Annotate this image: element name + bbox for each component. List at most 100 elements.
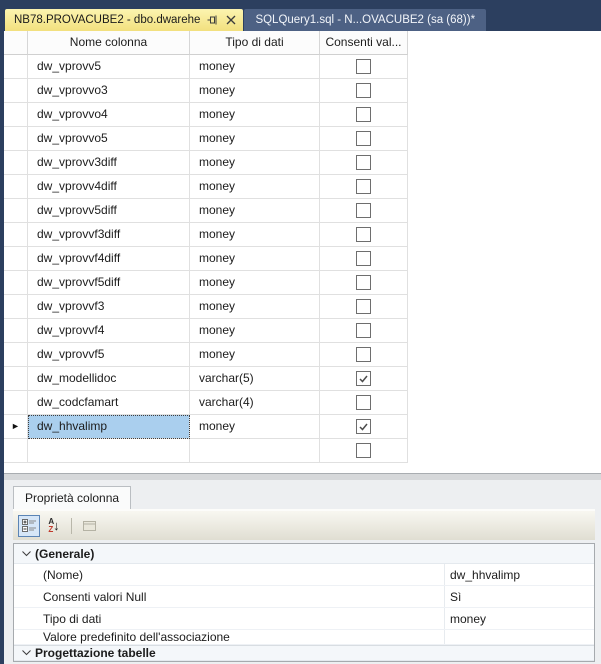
data-type-cell[interactable]: money bbox=[190, 295, 320, 319]
sort-alphabetical-icon[interactable]: A Z ↓ bbox=[43, 515, 65, 537]
data-type-cell[interactable]: money bbox=[190, 247, 320, 271]
property-name: (Nome) bbox=[43, 567, 84, 582]
column-name-cell[interactable]: dw_vprovvf4diff bbox=[28, 247, 190, 271]
row-selector[interactable] bbox=[4, 391, 28, 415]
column-name-cell[interactable]: dw_vprovvf5 bbox=[28, 343, 190, 367]
data-type-cell[interactable]: money bbox=[190, 55, 320, 79]
data-type-cell[interactable]: money bbox=[190, 79, 320, 103]
data-type-cell[interactable]: varchar(5) bbox=[190, 367, 320, 391]
column-header-name[interactable]: Nome colonna bbox=[28, 31, 190, 55]
checkbox-checked-icon[interactable] bbox=[356, 419, 371, 434]
data-type-cell[interactable]: money bbox=[190, 127, 320, 151]
checkbox-unchecked-icon[interactable] bbox=[356, 227, 371, 242]
row-selector[interactable] bbox=[4, 247, 28, 271]
row-selector[interactable] bbox=[4, 367, 28, 391]
row-selector[interactable] bbox=[4, 79, 28, 103]
column-name-cell[interactable]: dw_vprovvf5diff bbox=[28, 271, 190, 295]
row-selector[interactable] bbox=[4, 127, 28, 151]
data-type-cell[interactable]: money bbox=[190, 223, 320, 247]
checkbox-unchecked-icon[interactable] bbox=[356, 251, 371, 266]
close-icon[interactable] bbox=[226, 15, 236, 25]
horizontal-splitter[interactable] bbox=[4, 473, 601, 480]
checkbox-unchecked-icon[interactable] bbox=[356, 155, 371, 170]
checkbox-unchecked-icon[interactable] bbox=[356, 179, 371, 194]
row-selector[interactable]: ► bbox=[4, 415, 28, 439]
checkbox-unchecked-icon[interactable] bbox=[356, 203, 371, 218]
data-type-cell[interactable]: money bbox=[190, 271, 320, 295]
chevron-down-icon[interactable] bbox=[14, 650, 35, 656]
table-row: dw_vprovvf4diff money bbox=[4, 247, 601, 271]
column-name-cell[interactable]: dw_codcfamart bbox=[28, 391, 190, 415]
tab-column-properties[interactable]: Proprietà colonna bbox=[13, 486, 132, 509]
column-header-type[interactable]: Tipo di dati bbox=[190, 31, 320, 55]
checkbox-unchecked-icon[interactable] bbox=[356, 83, 371, 98]
data-type-cell[interactable]: money bbox=[190, 415, 320, 439]
column-name-cell[interactable]: dw_vprovvo3 bbox=[28, 79, 190, 103]
property-value[interactable]: money bbox=[444, 608, 594, 629]
property-value[interactable] bbox=[444, 630, 594, 644]
property-value[interactable]: Sì bbox=[444, 586, 594, 607]
data-type-cell[interactable]: money bbox=[190, 319, 320, 343]
column-name-cell[interactable]: dw_vprovvf3diff bbox=[28, 223, 190, 247]
data-type-cell[interactable]: varchar(4) bbox=[190, 391, 320, 415]
nullable-cell bbox=[320, 271, 408, 295]
row-selector[interactable] bbox=[4, 199, 28, 223]
tab-sql-query-label: SQLQuery1.sql - N...OVACUBE2 (sa (68))* bbox=[255, 14, 476, 26]
checkbox-unchecked-icon[interactable] bbox=[356, 347, 371, 362]
column-name-cell[interactable]: dw_vprovvf4 bbox=[28, 319, 190, 343]
row-selector[interactable] bbox=[4, 151, 28, 175]
table-row: dw_codcfamart varchar(4) bbox=[4, 391, 601, 415]
column-name-cell[interactable] bbox=[28, 439, 190, 463]
column-name-cell[interactable]: dw_vprovvf3 bbox=[28, 295, 190, 319]
checkbox-unchecked-icon[interactable] bbox=[356, 299, 371, 314]
pin-icon[interactable] bbox=[207, 14, 219, 26]
data-type-cell[interactable]: money bbox=[190, 175, 320, 199]
data-type-cell[interactable] bbox=[190, 439, 320, 463]
nullable-cell bbox=[320, 55, 408, 79]
row-selector[interactable] bbox=[4, 439, 28, 463]
checkbox-unchecked-icon[interactable] bbox=[356, 131, 371, 146]
property-name: Consenti valori Null bbox=[43, 589, 147, 604]
categorized-icon[interactable] bbox=[18, 514, 40, 537]
data-type-cell[interactable]: money bbox=[190, 343, 320, 367]
row-selector[interactable] bbox=[4, 55, 28, 79]
property-name: Tipo di dati bbox=[43, 611, 102, 626]
checkbox-checked-icon[interactable] bbox=[356, 371, 371, 386]
checkbox-unchecked-icon[interactable] bbox=[356, 323, 371, 338]
table-row: dw_vprovvo3 money bbox=[4, 79, 601, 103]
column-name-cell[interactable]: dw_hhvalimp bbox=[28, 415, 190, 439]
row-selector[interactable] bbox=[4, 271, 28, 295]
column-name-cell[interactable]: dw_vprovv3diff bbox=[28, 151, 190, 175]
column-name-cell[interactable]: dw_vprovv5diff bbox=[28, 199, 190, 223]
checkbox-unchecked-icon[interactable] bbox=[356, 395, 371, 410]
column-name-cell[interactable]: dw_vprovvo4 bbox=[28, 103, 190, 127]
property-value[interactable]: dw_hhvalimp bbox=[444, 564, 594, 585]
data-type-cell[interactable]: money bbox=[190, 199, 320, 223]
tab-table-designer[interactable]: NB78.PROVACUBE2 - dbo.dwarehe bbox=[5, 9, 244, 31]
chevron-down-icon[interactable] bbox=[14, 550, 35, 557]
data-type-cell[interactable]: money bbox=[190, 151, 320, 175]
checkbox-unchecked-icon[interactable] bbox=[356, 107, 371, 122]
property-category[interactable]: Progettazione tabelle bbox=[14, 645, 594, 661]
property-category[interactable]: (Generale) bbox=[14, 544, 594, 564]
data-type-cell[interactable]: money bbox=[190, 103, 320, 127]
checkbox-unchecked-icon[interactable] bbox=[356, 275, 371, 290]
table-row: dw_vprovvf4 money bbox=[4, 319, 601, 343]
column-name-cell[interactable]: dw_vprovv5 bbox=[28, 55, 190, 79]
row-selector[interactable] bbox=[4, 175, 28, 199]
column-name-cell[interactable]: dw_vprovv4diff bbox=[28, 175, 190, 199]
property-row: (Nome) dw_hhvalimp bbox=[14, 564, 594, 586]
column-name-cell[interactable]: dw_vprovvo5 bbox=[28, 127, 190, 151]
checkbox-unchecked-icon[interactable] bbox=[356, 59, 371, 74]
column-header-nullable[interactable]: Consenti val... bbox=[320, 31, 408, 55]
row-selector[interactable] bbox=[4, 319, 28, 343]
column-name-cell[interactable]: dw_modellidoc bbox=[28, 367, 190, 391]
row-selector[interactable] bbox=[4, 343, 28, 367]
ssms-table-designer-window: NB78.PROVACUBE2 - dbo.dwarehe SQLQuery1.… bbox=[0, 0, 601, 664]
table-row: dw_vprovvf5diff money bbox=[4, 271, 601, 295]
row-selector[interactable] bbox=[4, 295, 28, 319]
checkbox-unchecked-icon[interactable] bbox=[356, 443, 371, 458]
row-selector[interactable] bbox=[4, 103, 28, 127]
row-selector[interactable] bbox=[4, 223, 28, 247]
tab-sql-query[interactable]: SQLQuery1.sql - N...OVACUBE2 (sa (68))* bbox=[244, 9, 487, 31]
